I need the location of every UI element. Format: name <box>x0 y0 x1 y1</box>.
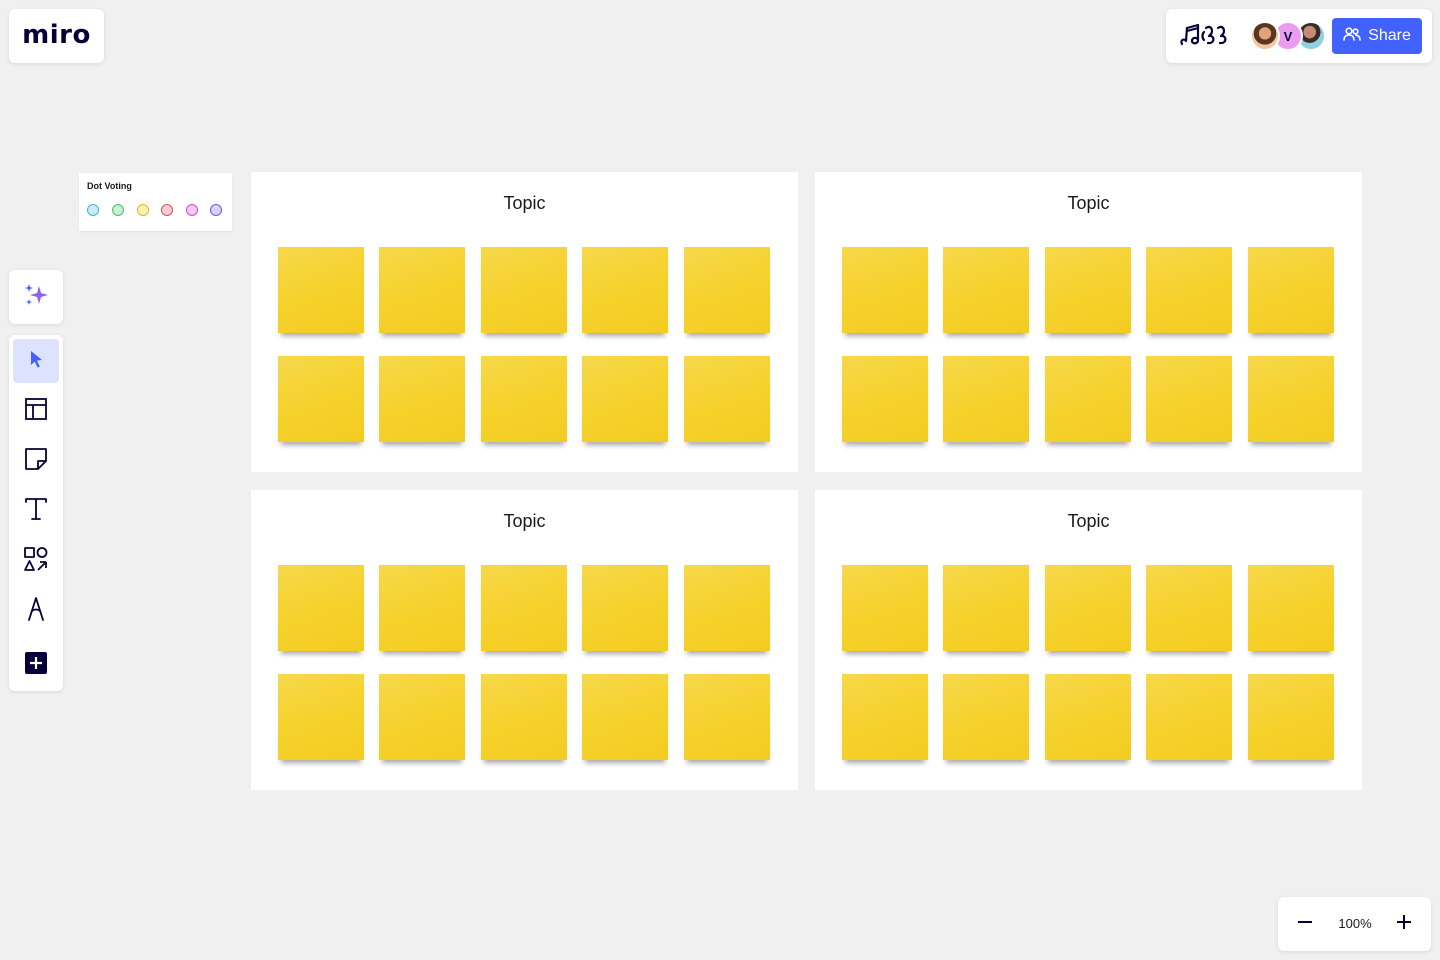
text-icon <box>24 496 48 527</box>
sticky-note[interactable] <box>1146 565 1232 651</box>
sticky-note[interactable] <box>481 356 567 442</box>
zoom-level[interactable]: 100% <box>1330 914 1380 934</box>
select-tool[interactable] <box>13 339 59 383</box>
sticky-note[interactable] <box>1146 356 1232 442</box>
miro-logo: miro <box>22 19 91 50</box>
voting-dot-red[interactable] <box>161 204 173 216</box>
sticky-note[interactable] <box>684 247 770 333</box>
topic-frame[interactable]: Topic <box>815 490 1362 790</box>
templates-icon <box>24 397 48 426</box>
zoom-control: 100% <box>1278 897 1431 951</box>
pen-icon <box>24 596 48 627</box>
more-apps-tool[interactable] <box>13 643 59 687</box>
sticky-note[interactable] <box>1248 247 1334 333</box>
creation-toolbar <box>9 335 63 691</box>
reactions-icon[interactable] <box>1178 22 1232 50</box>
pen-tool[interactable] <box>13 589 59 633</box>
shapes-icon <box>23 546 49 577</box>
dot-voting-title: Dot Voting <box>87 181 132 191</box>
dot-voting-widget[interactable]: Dot Voting <box>79 173 232 231</box>
frame-title: Topic <box>503 193 546 213</box>
text-tool[interactable] <box>13 489 59 533</box>
sticky-note[interactable] <box>1045 356 1131 442</box>
collaborator-avatar[interactable] <box>1250 21 1280 51</box>
collaboration-bar: V Share <box>1166 9 1432 63</box>
sticky-note[interactable] <box>379 356 465 442</box>
voting-dot-pink[interactable] <box>186 204 198 216</box>
shapes-tool[interactable] <box>13 539 59 583</box>
sticky-note[interactable] <box>582 356 668 442</box>
ai-tool-button[interactable] <box>9 270 63 324</box>
sticky-note[interactable] <box>582 674 668 760</box>
topic-frame[interactable]: Topic <box>815 172 1362 472</box>
logo-card[interactable]: miro <box>9 9 104 63</box>
sticky-note[interactable] <box>1146 674 1232 760</box>
frame-title: Topic <box>503 511 546 531</box>
sticky-note[interactable] <box>943 674 1029 760</box>
sticky-note[interactable] <box>1248 674 1334 760</box>
voting-dot-yellow[interactable] <box>137 204 149 216</box>
sticky-note[interactable] <box>684 674 770 760</box>
topic-frame[interactable]: Topic <box>251 172 798 472</box>
sticky-note[interactable] <box>684 565 770 651</box>
zoom-in-button[interactable] <box>1387 907 1421 941</box>
ai-sparkle-icon <box>22 281 50 314</box>
sticky-note[interactable] <box>1248 565 1334 651</box>
sticky-note[interactable] <box>943 247 1029 333</box>
sticky-note[interactable] <box>684 356 770 442</box>
plus-square-icon <box>24 651 48 680</box>
sticky-note-icon <box>24 447 48 476</box>
sticky-note[interactable] <box>1045 565 1131 651</box>
voting-dot-green[interactable] <box>112 204 124 216</box>
sticky-note[interactable] <box>842 356 928 442</box>
sticky-note[interactable] <box>278 356 364 442</box>
sticky-note[interactable] <box>842 674 928 760</box>
sticky-note[interactable] <box>1045 674 1131 760</box>
voting-dot-blue[interactable] <box>87 204 99 216</box>
zoom-out-button[interactable] <box>1288 907 1322 941</box>
sticky-note[interactable] <box>1045 247 1131 333</box>
sticky-note[interactable] <box>278 674 364 760</box>
sticky-note[interactable] <box>481 674 567 760</box>
sticky-note[interactable] <box>1146 247 1232 333</box>
sticky-note[interactable] <box>278 247 364 333</box>
sticky-note[interactable] <box>943 356 1029 442</box>
sticky-note[interactable] <box>379 674 465 760</box>
frame-title: Topic <box>1067 193 1110 213</box>
sticky-note[interactable] <box>943 565 1029 651</box>
sticky-note[interactable] <box>379 247 465 333</box>
frame-title: Topic <box>1067 511 1110 531</box>
share-button[interactable]: Share <box>1332 18 1422 54</box>
users-icon <box>1343 26 1361 46</box>
sticky-note[interactable] <box>1248 356 1334 442</box>
avatar-initial: V <box>1283 28 1293 44</box>
sticky-note[interactable] <box>481 247 567 333</box>
plus-icon <box>1395 913 1413 936</box>
minus-icon <box>1296 913 1314 936</box>
sticky-note[interactable] <box>842 247 928 333</box>
topic-frame[interactable]: Topic <box>251 490 798 790</box>
sticky-note[interactable] <box>278 565 364 651</box>
cursor-icon <box>25 348 47 375</box>
sticky-note[interactable] <box>582 565 668 651</box>
voting-dot-purple[interactable] <box>210 204 222 216</box>
sticky-note[interactable] <box>379 565 465 651</box>
board-canvas[interactable]: miro V Share Dot Voting Topic Topic Topi… <box>0 0 1440 960</box>
sticky-note[interactable] <box>842 565 928 651</box>
templates-tool[interactable] <box>13 389 59 433</box>
sticky-note[interactable] <box>481 565 567 651</box>
sticky-note[interactable] <box>582 247 668 333</box>
share-label: Share <box>1368 27 1411 44</box>
sticky-note-tool[interactable] <box>13 439 59 483</box>
